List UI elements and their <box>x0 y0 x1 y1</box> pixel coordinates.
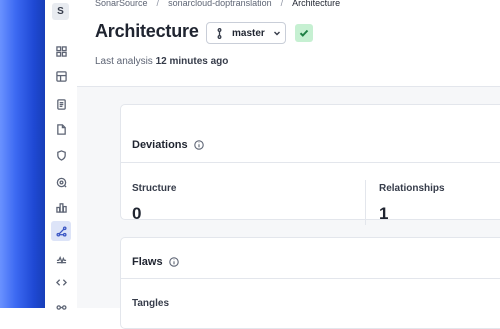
last-analysis: Last analysis 12 minutes ago <box>95 56 228 67</box>
breadcrumb: SonarSource / sonarcloud-doptranslation / Ar… <box>95 0 340 8</box>
architecture-icon[interactable] <box>51 221 71 241</box>
code-icon[interactable] <box>51 272 71 292</box>
metric-separator <box>365 180 366 225</box>
page-title: Architecture <box>95 21 199 41</box>
quality-gate-passed-badge[interactable] <box>295 24 313 42</box>
more-icon[interactable] <box>51 297 71 317</box>
breadcrumb-org[interactable]: SonarSource <box>95 0 148 8</box>
document-icon[interactable] <box>51 94 71 114</box>
desktop-background <box>0 0 45 308</box>
branch-icon <box>215 27 224 39</box>
relationships-value[interactable]: 1 <box>379 204 388 224</box>
chevron-down-icon <box>273 29 281 37</box>
last-analysis-label: Last analysis <box>95 56 153 67</box>
relationships-label: Relationships <box>379 183 445 194</box>
project-sidebar: S <box>45 0 78 310</box>
security-hotspot-icon[interactable] <box>51 172 71 192</box>
card-divider <box>121 278 500 279</box>
shield-icon[interactable] <box>51 145 71 165</box>
info-icon[interactable] <box>193 140 204 150</box>
card-divider <box>121 162 500 163</box>
deviations-title-text: Deviations <box>132 139 188 151</box>
bar-chart-icon[interactable] <box>51 197 71 217</box>
file-icon[interactable] <box>51 119 71 139</box>
layout-icon[interactable] <box>51 66 71 86</box>
activity-icon[interactable] <box>51 248 71 268</box>
breadcrumb-separator: / <box>156 0 160 8</box>
page-header: SonarSource / sonarcloud-doptranslation / Ar… <box>77 0 500 86</box>
branch-selector[interactable]: master <box>206 22 286 44</box>
branch-name: master <box>232 27 265 39</box>
last-analysis-time: 12 minutes ago <box>155 56 229 67</box>
flaws-card: Flaws Tangles <box>120 237 500 329</box>
breadcrumb-project[interactable]: sonarcloud-doptranslation <box>168 0 272 8</box>
main-content: Deviations Structure 0 Relationships 1 F… <box>77 86 500 329</box>
org-avatar[interactable]: S <box>52 3 69 20</box>
structure-label: Structure <box>132 183 177 194</box>
structure-value[interactable]: 0 <box>132 204 141 224</box>
check-icon <box>299 29 309 37</box>
deviations-card: Deviations Structure 0 Relationships 1 <box>120 104 500 225</box>
flaws-title-text: Flaws <box>132 256 163 268</box>
tangles-label: Tangles <box>132 298 170 309</box>
breadcrumb-current: Architecture <box>292 0 341 8</box>
grid-icon[interactable] <box>51 41 71 61</box>
breadcrumb-separator: / <box>280 0 284 8</box>
deviations-title: Deviations <box>132 139 204 151</box>
flaws-title: Flaws <box>132 256 179 268</box>
info-icon[interactable] <box>168 257 179 267</box>
